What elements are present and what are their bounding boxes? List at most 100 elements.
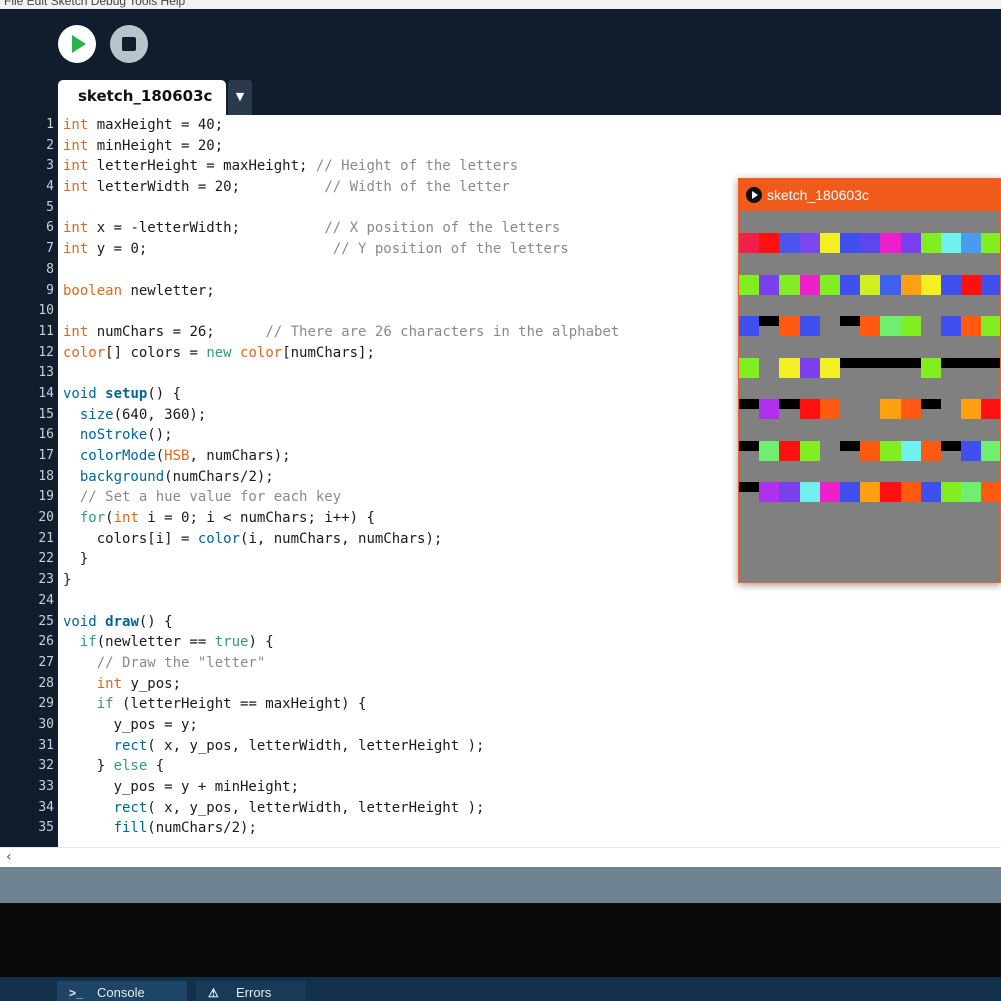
code-token: boolean <box>63 282 123 299</box>
canvas-letter-rect <box>880 482 901 502</box>
line-number: 29 <box>38 696 54 712</box>
code-token: int <box>63 137 89 154</box>
code-token: newletter; <box>122 282 215 299</box>
console-area[interactable] <box>0 903 1001 977</box>
code-token: noStroke <box>79 427 148 444</box>
sketch-window[interactable]: sketch_180603c <box>738 178 1001 583</box>
code-token: fill <box>113 820 148 837</box>
code-token: (i, numChars, numChars); <box>240 530 443 547</box>
line-number: 7 <box>46 241 54 257</box>
code-token: // Set a hue value for each key <box>79 489 342 506</box>
code-line[interactable] <box>58 591 1001 612</box>
menu-bar-text[interactable]: File Edit Sketch Debug Tools Help <box>4 0 185 8</box>
canvas-letter-rect <box>900 440 921 461</box>
sketch-window-title: sketch_180603c <box>767 187 869 203</box>
code-token: int <box>63 117 89 133</box>
stop-button[interactable] <box>110 25 148 63</box>
canvas-letter-rect <box>819 482 840 502</box>
sketch-window-titlebar[interactable]: sketch_180603c <box>739 179 1000 211</box>
horizontal-scrollbar[interactable]: ‹ <box>0 847 1001 867</box>
canvas-letter-rect <box>759 482 780 502</box>
canvas-letter-rect <box>799 274 820 295</box>
tab-sketch[interactable]: sketch_180603c <box>58 80 226 115</box>
code-line[interactable]: y_pos = y + minHeight; <box>58 777 1001 798</box>
canvas-letter-rect <box>961 233 982 253</box>
code-token: int <box>63 323 89 340</box>
line-number: 12 <box>38 344 54 360</box>
code-token: if <box>79 634 97 651</box>
code-line[interactable]: y_pos = y; <box>58 715 1001 736</box>
tab-errors[interactable]: ⚠ Errors <box>196 981 306 1001</box>
code-token: colors[i] = <box>63 530 198 547</box>
code-token: y_pos; <box>122 675 182 692</box>
canvas-letter-rect <box>880 399 901 419</box>
code-token: for <box>79 510 106 527</box>
code-line[interactable]: fill(numChars/2); <box>58 818 1001 839</box>
code-line[interactable]: } else { <box>58 756 1001 777</box>
code-token: numChars = 26; <box>88 323 266 340</box>
line-number: 3 <box>46 158 54 174</box>
line-number: 28 <box>38 675 54 691</box>
line-number: 32 <box>38 758 54 774</box>
code-token: color <box>197 530 241 547</box>
canvas-short-rect <box>900 357 921 368</box>
line-number: 18 <box>38 468 54 484</box>
canvas-letter-rect <box>860 440 881 461</box>
canvas-letter-rect <box>961 399 982 419</box>
line-number-gutter: 1 2 3 4 5 6 7 8 9 10 11 12 13 14 15 16 17 18 19 20 21 22 23 24 2… <box>0 115 58 847</box>
line-number: 13 <box>38 365 54 381</box>
code-token: (letterHeight == maxHeight) { <box>113 696 367 713</box>
canvas-letter-rect <box>900 399 921 419</box>
code-line[interactable]: void draw() { <box>58 612 1001 633</box>
code-line[interactable]: rect( x, y_pos, letterWidth, letterHeigh… <box>58 736 1001 757</box>
canvas-short-rect <box>840 440 861 451</box>
line-number: 33 <box>38 779 54 794</box>
canvas-letter-rect <box>779 233 800 253</box>
code-token: colorMode <box>79 448 156 464</box>
scroll-left-icon[interactable]: ‹ <box>6 848 12 866</box>
code-token: rect <box>113 799 148 816</box>
line-number: 30 <box>38 716 54 732</box>
canvas-short-rect <box>941 357 962 368</box>
code-token: int <box>63 220 89 237</box>
canvas-short-rect <box>840 316 861 326</box>
tab-console[interactable]: >_ Console <box>57 981 187 1001</box>
line-number: 27 <box>38 654 54 670</box>
code-token: color <box>63 344 106 361</box>
canvas-letter-rect <box>819 357 840 378</box>
code-line[interactable]: int minHeight = 20; <box>58 136 1001 157</box>
canvas-letter-rect <box>961 482 982 502</box>
canvas-letter-rect <box>739 274 760 295</box>
code-line[interactable]: int letterHeight = maxHeight; // Height … <box>58 156 1001 177</box>
code-line[interactable]: rect( x, y_pos, letterWidth, letterHeigh… <box>58 798 1001 819</box>
code-line[interactable]: // Draw the "letter" <box>58 653 1001 674</box>
line-number: 16 <box>38 427 54 443</box>
code-token: new <box>206 344 232 361</box>
menu-bar[interactable]: File Edit Sketch Debug Tools Help <box>0 0 1001 9</box>
code-token: HSB <box>164 448 190 464</box>
sketch-canvas[interactable] <box>739 211 1000 582</box>
code-line[interactable]: int maxHeight = 40; <box>58 115 1001 136</box>
code-token: { <box>147 758 165 775</box>
code-line[interactable]: int y_pos; <box>58 674 1001 695</box>
canvas-letter-rect <box>981 274 1000 295</box>
canvas-letter-rect <box>880 274 901 295</box>
code-line[interactable]: if(newletter == true) { <box>58 632 1001 653</box>
code-line[interactable]: if (letterHeight == maxHeight) { <box>58 694 1001 715</box>
code-token: ( x, y_pos, letterWidth, letterHeight ); <box>147 799 485 816</box>
line-number: 15 <box>38 406 54 422</box>
canvas-letter-rect <box>941 274 962 295</box>
tab-menu-button[interactable]: ▼ <box>228 80 252 115</box>
canvas-letter-rect <box>920 357 941 378</box>
canvas-letter-rect <box>941 233 962 253</box>
canvas-letter-rect <box>759 233 780 253</box>
code-token: i = 0; i < numChars; i++) { <box>138 510 375 527</box>
run-button[interactable] <box>58 25 96 63</box>
